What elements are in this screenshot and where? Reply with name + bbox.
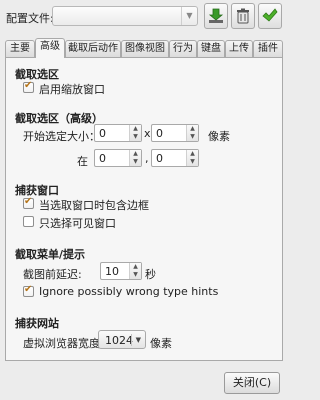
check-icon xyxy=(262,8,278,22)
tab-bar: 主要 高级 截取后动作 图像视图 行为 键盘 上传 插件 xyxy=(5,38,283,58)
ignore-hints-checkbox[interactable] xyxy=(23,284,34,297)
pos-x-value: 0 xyxy=(99,152,106,165)
browser-width-label: 虚拟浏览器宽度: xyxy=(23,337,104,350)
tab-after-capture[interactable]: 截取后动作 xyxy=(65,40,121,57)
chevron-down-icon: ▼ xyxy=(130,334,141,346)
chevron-down-icon: ▼ xyxy=(181,7,197,25)
zoom-window-checkbox[interactable] xyxy=(23,80,34,93)
spinner-arrows-icon[interactable]: ▲ ▼ xyxy=(129,263,141,279)
position-separator: , xyxy=(145,152,149,165)
width-value: 0 xyxy=(99,127,106,140)
visible-only-checkbox[interactable] xyxy=(23,216,34,227)
spinner-arrows-icon[interactable]: ▲ ▼ xyxy=(129,125,141,141)
height-value: 0 xyxy=(156,127,163,140)
delay-value: 10 xyxy=(105,265,119,278)
tab-image-view[interactable]: 图像视图 xyxy=(121,40,169,57)
pos-y-spinner[interactable]: 0 ▲ ▼ xyxy=(151,149,199,167)
section-title-capture-window: 捕获窗口 xyxy=(15,184,59,197)
pos-x-spinner[interactable]: 0 ▲ ▼ xyxy=(94,149,142,167)
delete-profile-button[interactable] xyxy=(231,3,255,29)
section-title-capture-region: 截取选区 xyxy=(15,68,59,81)
section-title-capture-menu: 截取菜单/提示 xyxy=(15,248,86,261)
spinner-arrows-icon[interactable]: ▲ ▼ xyxy=(129,150,141,166)
profile-label: 配置文件: xyxy=(6,12,54,25)
browser-width-combo[interactable]: 1024 ▼ xyxy=(98,330,146,349)
advanced-panel: 截取选区 启用缩放窗口 截取选区（高级） 开始选定大小： 0 ▲▼ x 0 ▲▼… xyxy=(5,57,283,361)
tab-advanced[interactable]: 高级 xyxy=(35,38,65,58)
spinner-arrows-icon[interactable]: ▲ ▼ xyxy=(186,150,198,166)
tab-plugins[interactable]: 插件 xyxy=(253,40,283,57)
include-border-checkbox[interactable] xyxy=(23,196,34,209)
delay-spinner[interactable]: 10 ▲ ▼ xyxy=(100,262,142,280)
browser-width-unit: 像素 xyxy=(150,337,172,350)
spinner-arrows-icon[interactable]: ▲ ▼ xyxy=(186,125,198,141)
zoom-window-label: 启用缩放窗口 xyxy=(39,83,105,96)
position-label: 在 xyxy=(77,155,88,168)
section-title-capture-region-advanced: 截取选区（高级） xyxy=(15,112,103,125)
width-spinner[interactable]: 0 ▲ ▼ xyxy=(94,124,142,142)
delay-unit: 秒 xyxy=(145,268,156,281)
include-border-label: 当选取窗口时包含边框 xyxy=(39,199,149,212)
initial-size-label: 开始选定大小： xyxy=(23,130,100,143)
tab-main[interactable]: 主要 xyxy=(5,40,35,57)
save-profile-button[interactable] xyxy=(204,3,228,29)
close-button[interactable]: 关闭(C) xyxy=(224,372,280,394)
visible-only-label: 只选择可见窗口 xyxy=(39,217,116,230)
download-icon xyxy=(208,8,224,23)
size-separator: x xyxy=(144,127,151,140)
tab-keyboard[interactable]: 键盘 xyxy=(197,40,225,57)
ignore-hints-label: Ignore possibly wrong type hints xyxy=(39,285,219,298)
section-title-capture-web: 捕获网站 xyxy=(15,317,59,330)
trash-icon xyxy=(237,8,249,24)
profile-bar: 配置文件: ▼ xyxy=(0,0,288,36)
pos-y-value: 0 xyxy=(156,152,163,165)
tab-upload[interactable]: 上传 xyxy=(225,40,253,57)
height-spinner[interactable]: 0 ▲ ▼ xyxy=(151,124,199,142)
delay-label: 截图前延迟: xyxy=(23,268,82,281)
browser-width-value: 1024 xyxy=(105,334,133,347)
apply-profile-button[interactable] xyxy=(258,3,282,29)
profile-combo[interactable]: ▼ xyxy=(52,6,198,26)
size-unit: 像素 xyxy=(208,130,230,143)
tab-behavior[interactable]: 行为 xyxy=(169,40,197,57)
